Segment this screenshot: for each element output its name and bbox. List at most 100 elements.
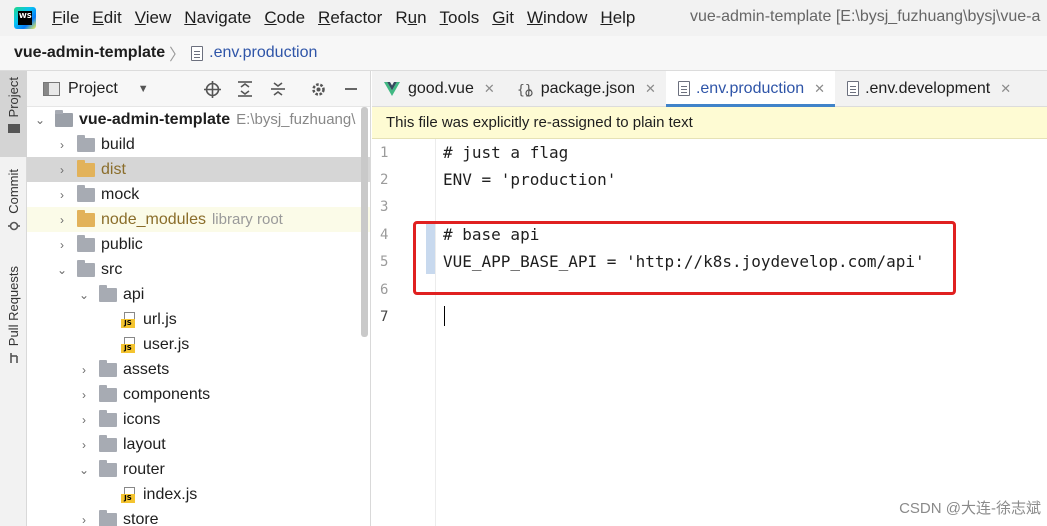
tree-item-assets[interactable]: › assets	[27, 357, 370, 382]
chevron-down-icon[interactable]: ⌄	[77, 288, 91, 302]
tool-window-project[interactable]: Project	[0, 71, 27, 157]
tab-label: package.json	[540, 79, 636, 97]
tree-item-label: public	[101, 235, 143, 253]
tool-window-commit[interactable]: Commit	[0, 169, 27, 249]
tree-item-icons[interactable]: › icons	[27, 407, 370, 432]
line-number: 1	[380, 145, 389, 161]
close-icon[interactable]: ✕	[645, 81, 656, 97]
tree-item-layout[interactable]: › layout	[27, 432, 370, 457]
tree-item-node-modules[interactable]: › node_modules library root	[27, 207, 370, 232]
tab-good-vue[interactable]: good.vue ✕	[372, 71, 505, 106]
tree-item-build[interactable]: › build	[27, 132, 370, 157]
chevron-right-icon[interactable]: ›	[55, 138, 69, 152]
tab-package-json[interactable]: {} package.json ✕	[505, 71, 666, 106]
tool-window-pull-requests[interactable]: Pull Requests	[0, 266, 27, 376]
chevron-right-icon[interactable]: ›	[55, 188, 69, 202]
line-number: 3	[380, 199, 389, 215]
project-panel-scrollbar[interactable]	[361, 107, 368, 337]
excluded-folder-icon	[77, 209, 95, 227]
menu-help[interactable]: Help	[600, 8, 635, 28]
menu-refactor[interactable]: Refactor	[318, 8, 382, 28]
chevron-down-icon[interactable]: ⌄	[77, 463, 91, 477]
chevron-right-icon[interactable]: ›	[77, 513, 91, 526]
tree-item-src[interactable]: ⌄ src	[27, 257, 370, 282]
project-panel-header: Project ▼	[27, 71, 370, 107]
project-view-icon	[43, 81, 60, 96]
tree-item-user-js[interactable]: JS user.js	[27, 332, 370, 357]
menu-window[interactable]: Window	[527, 8, 587, 28]
text-file-icon	[847, 81, 860, 96]
chevron-down-icon[interactable]: ⌄	[55, 263, 69, 277]
tree-item-dist[interactable]: › dist	[27, 157, 370, 182]
menu-navigate[interactable]: Navigate	[184, 8, 251, 28]
tree-item-label: components	[123, 385, 211, 403]
tree-item-label: assets	[123, 360, 170, 378]
chevron-right-icon[interactable]: ›	[77, 413, 91, 427]
folder-icon	[99, 359, 117, 377]
collapse-all-icon[interactable]	[269, 80, 287, 98]
menu-git[interactable]: Git	[492, 8, 514, 28]
tab-env-development[interactable]: .env.development ✕	[835, 71, 1021, 106]
line-number: 2	[380, 172, 389, 188]
folder-icon	[99, 509, 117, 526]
tab-label: .env.development	[865, 79, 991, 97]
tree-root-row[interactable]: ⌄ vue-admin-template E:\bysj_fuzhuang\	[27, 107, 370, 132]
breadcrumb-root[interactable]: vue-admin-template	[14, 44, 165, 62]
tree-item-label: dist	[101, 160, 126, 178]
tree-item-label: index.js	[143, 485, 198, 503]
breadcrumb-file[interactable]: .env.production	[209, 44, 317, 62]
menu-file[interactable]: File	[52, 8, 79, 28]
folder-icon	[99, 459, 117, 477]
menu-view[interactable]: View	[135, 8, 172, 28]
menu-edit[interactable]: Edit	[92, 8, 121, 28]
window-title: vue-admin-template [E:\bysj_fuzhuang\bys…	[690, 8, 1041, 25]
folder-icon	[99, 384, 117, 402]
folder-icon	[77, 184, 95, 202]
tab-env-production[interactable]: .env.production ✕	[665, 71, 836, 107]
folder-icon	[77, 234, 95, 252]
plain-text-notice: This file was explicitly re-assigned to …	[372, 107, 1047, 139]
expand-all-icon[interactable]	[236, 80, 254, 98]
chevron-right-icon[interactable]: ›	[55, 213, 69, 227]
editor-tab-bar: good.vue ✕ {} package.json ✕ .env.produc…	[372, 71, 1047, 107]
tree-item-label: src	[101, 260, 123, 278]
code-line: # just a flag	[443, 143, 569, 162]
tree-item-components[interactable]: › components	[27, 382, 370, 407]
watermark: CSDN @大连-徐志斌	[899, 500, 1041, 517]
menu-tools[interactable]: Tools	[440, 8, 480, 28]
chevron-right-icon[interactable]: ›	[55, 163, 69, 177]
hide-panel-icon[interactable]	[342, 80, 360, 98]
close-icon[interactable]: ✕	[814, 81, 825, 97]
chevron-right-icon[interactable]: ›	[77, 388, 91, 402]
chevron-right-icon[interactable]: ›	[77, 363, 91, 377]
tree-item-url-js[interactable]: JS url.js	[27, 307, 370, 332]
editor: good.vue ✕ {} package.json ✕ .env.produc…	[372, 71, 1047, 526]
tree-item-index-js[interactable]: JS index.js	[27, 482, 370, 507]
library-root-tag: library root	[211, 211, 283, 228]
tree-item-router[interactable]: ⌄ router	[27, 457, 370, 482]
tree-item-label: layout	[123, 435, 166, 453]
menu-run[interactable]: Run	[395, 8, 426, 28]
chevron-down-icon[interactable]: ▼	[138, 83, 149, 95]
tree-item-api[interactable]: ⌄ api	[27, 282, 370, 307]
tree-item-store[interactable]: › store	[27, 507, 370, 526]
gear-icon[interactable]	[309, 80, 327, 98]
close-icon[interactable]: ✕	[1000, 81, 1011, 97]
menu-code[interactable]: Code	[264, 8, 305, 28]
crosshair-locate-icon[interactable]	[203, 80, 221, 98]
tree-item-mock[interactable]: › mock	[27, 182, 370, 207]
close-icon[interactable]: ✕	[484, 81, 495, 97]
webstorm-logo-icon[interactable]: WS	[14, 7, 36, 29]
project-panel-title[interactable]: Project	[68, 80, 118, 98]
excluded-folder-icon	[77, 159, 95, 177]
left-tool-strip: Project Commit Pull Requests	[0, 71, 27, 526]
tab-label: .env.production	[695, 79, 805, 97]
chevron-right-icon[interactable]: ›	[55, 238, 69, 252]
tree-item-public[interactable]: › public	[27, 232, 370, 257]
chevron-down-icon[interactable]: ⌄	[33, 113, 47, 127]
tree-item-label: mock	[101, 185, 140, 203]
menu-bar: WS File Edit View Navigate Code Refactor…	[0, 0, 1047, 36]
tree-item-label: router	[123, 460, 165, 478]
chevron-right-icon[interactable]: ›	[77, 438, 91, 452]
code-area[interactable]: 1 2 3 4 5 6 7 # just a flag ENV = 'produ…	[372, 139, 1047, 526]
